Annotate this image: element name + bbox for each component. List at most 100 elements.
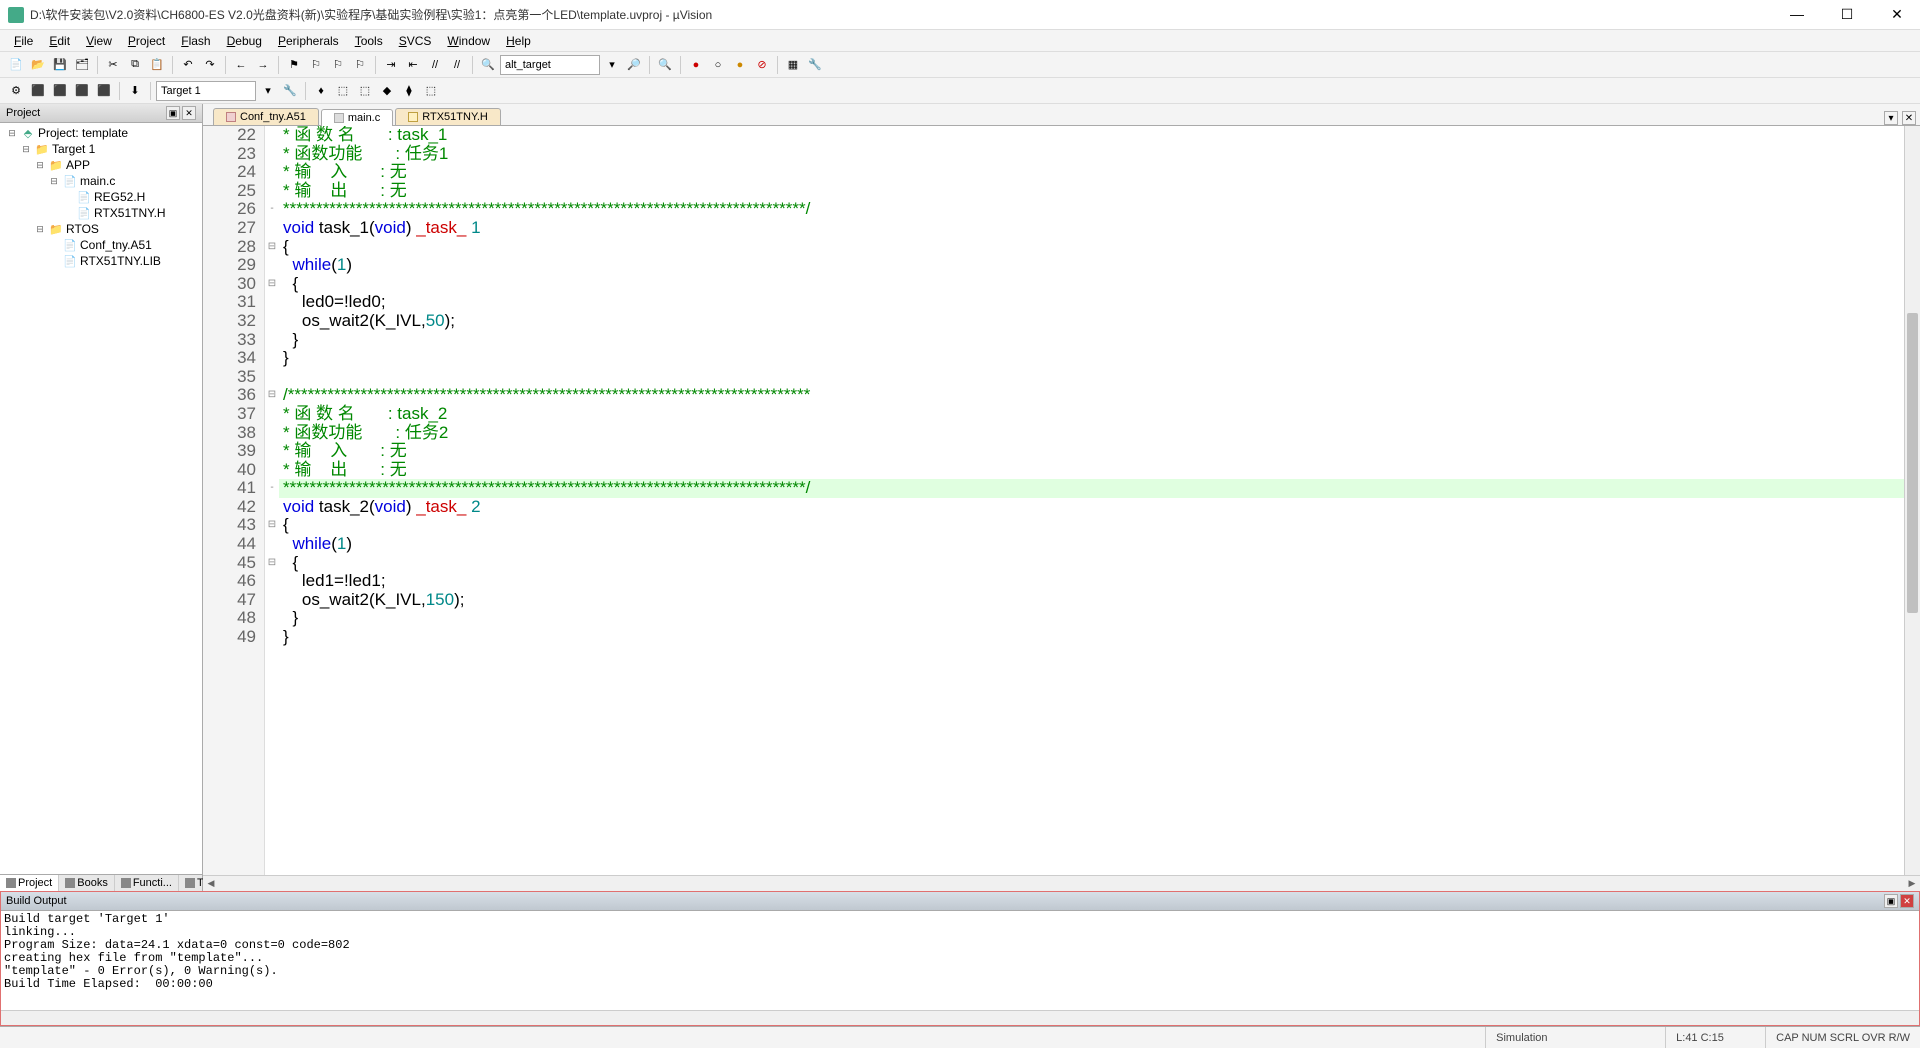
rebuild-icon[interactable]: ⬛ (50, 81, 70, 101)
code-line-47[interactable]: os_wait2(K_IVL,150); (279, 591, 1904, 610)
code-line-34[interactable]: } (279, 349, 1904, 368)
code-line-31[interactable]: led0=!led0; (279, 293, 1904, 312)
project-tab-books[interactable]: Books (59, 875, 115, 891)
editor-tab-main-c[interactable]: main.c (321, 109, 393, 126)
select-packs-icon[interactable]: ⬚ (355, 81, 375, 101)
build-output-text[interactable]: Build target 'Target 1' linking... Progr… (0, 911, 1920, 1010)
tree-file-rtx51tny-h[interactable]: 📄RTX51TNY.H (2, 205, 200, 221)
code-line-41[interactable]: ****************************************… (279, 479, 1904, 498)
tab-dropdown-icon[interactable]: ▾ (1884, 111, 1898, 125)
tree-project-root[interactable]: ⊟⬘Project: template (2, 125, 200, 141)
pack-next-icon[interactable]: ⬚ (421, 81, 441, 101)
tab-close-icon[interactable]: ✕ (1902, 111, 1916, 125)
menu-edit[interactable]: Edit (41, 32, 78, 50)
bookmark-flag-icon[interactable]: ⚑ (284, 55, 304, 75)
close-button[interactable]: ✕ (1882, 6, 1912, 23)
batch-build-icon[interactable]: ⬛ (72, 81, 92, 101)
save-icon[interactable]: 💾 (50, 55, 70, 75)
editor-tab-rtx51tny-h[interactable]: RTX51TNY.H (395, 108, 501, 125)
code-line-29[interactable]: while(1) (279, 256, 1904, 275)
breakpoint-kill-icon[interactable]: ⊘ (752, 55, 772, 75)
code-line-39[interactable]: * 输 入 : 无 (279, 442, 1904, 461)
code-line-23[interactable]: * 函数功能 : 任务1 (279, 145, 1904, 164)
find-scope-icon[interactable]: ▾ (602, 55, 622, 75)
indent-icon[interactable]: ⇥ (381, 55, 401, 75)
code-line-24[interactable]: * 输 入 : 无 (279, 163, 1904, 182)
bookmark-next-icon[interactable]: ⚐ (328, 55, 348, 75)
code-line-35[interactable] (279, 368, 1904, 387)
tree-group-rtos[interactable]: ⊟📁RTOS (2, 221, 200, 237)
vertical-scrollbar[interactable] (1904, 126, 1920, 875)
fold-column[interactable]: -⊟⊟⊟-⊟⊟ (265, 126, 279, 875)
nav-fwd-icon[interactable]: → (253, 55, 273, 75)
menu-project[interactable]: Project (120, 32, 173, 50)
project-tree[interactable]: ⊟⬘Project: template⊟📁Target 1⊟📁APP⊟📄main… (0, 123, 202, 874)
code-line-38[interactable]: * 函数功能 : 任务2 (279, 424, 1904, 443)
nav-back-icon[interactable]: ← (231, 55, 251, 75)
find-combo[interactable]: alt_target (500, 55, 600, 75)
pack-installer-icon[interactable]: ◆ (377, 81, 397, 101)
window-layout-icon[interactable]: ▦ (783, 55, 803, 75)
code-line-28[interactable]: { (279, 238, 1904, 257)
target-dropdown-icon[interactable]: ▾ (258, 81, 278, 101)
panel-close-icon[interactable]: ✕ (182, 106, 196, 120)
minimize-button[interactable]: — (1782, 6, 1812, 23)
editor-tab-conf_tny-a51[interactable]: Conf_tny.A51 (213, 108, 319, 125)
translate-file-icon[interactable]: ⚙ (6, 81, 26, 101)
code-line-27[interactable]: void task_1(void) _task_ 1 (279, 219, 1904, 238)
outdent-icon[interactable]: ⇤ (403, 55, 423, 75)
panel-pin-icon[interactable]: ▣ (1884, 894, 1898, 908)
manage-rte-icon[interactable]: ⬚ (333, 81, 353, 101)
code-line-46[interactable]: led1=!led1; (279, 572, 1904, 591)
breakpoint-disable-icon[interactable]: ● (730, 55, 750, 75)
code-line-48[interactable]: } (279, 609, 1904, 628)
save-all-icon[interactable]: 🗂 (72, 55, 92, 75)
code-line-33[interactable]: } (279, 331, 1904, 350)
code-line-44[interactable]: while(1) (279, 535, 1904, 554)
code-line-37[interactable]: * 函 数 名 : task_2 (279, 405, 1904, 424)
tree-file-rtx51tny-lib[interactable]: 📄RTX51TNY.LIB (2, 253, 200, 269)
code-line-40[interactable]: * 输 出 : 无 (279, 461, 1904, 480)
tree-file-reg52-h[interactable]: 📄REG52.H (2, 189, 200, 205)
stop-build-icon[interactable]: ⬛ (94, 81, 114, 101)
menu-tools[interactable]: Tools (347, 32, 391, 50)
code-editor[interactable]: 2223242526272829303132333435363738394041… (203, 126, 1920, 875)
menu-view[interactable]: View (78, 32, 120, 50)
pack-prev-icon[interactable]: ⧫ (399, 81, 419, 101)
find-in-files-icon[interactable]: 🔍 (478, 55, 498, 75)
panel-close-icon[interactable]: ✕ (1900, 894, 1914, 908)
breakpoint-insert-icon[interactable]: ● (686, 55, 706, 75)
comment-icon[interactable]: // (425, 55, 445, 75)
manage-components-icon[interactable]: ♦ (311, 81, 331, 101)
menu-peripherals[interactable]: Peripherals (270, 32, 347, 50)
incremental-find-icon[interactable]: 🔎 (624, 55, 644, 75)
uncomment-icon[interactable]: // (447, 55, 467, 75)
scroll-left-icon[interactable]: ◀ (203, 876, 219, 891)
code-line-36[interactable]: /***************************************… (279, 386, 1904, 405)
target-options-icon[interactable]: 🔧 (280, 81, 300, 101)
code-line-42[interactable]: void task_2(void) _task_ 2 (279, 498, 1904, 517)
configure-icon[interactable]: 🔧 (805, 55, 825, 75)
undo-icon[interactable]: ↶ (178, 55, 198, 75)
open-file-icon[interactable]: 📂 (28, 55, 48, 75)
code-line-45[interactable]: { (279, 554, 1904, 573)
copy-icon[interactable]: ⧉ (125, 55, 145, 75)
menu-file[interactable]: File (6, 32, 41, 50)
tree-target[interactable]: ⊟📁Target 1 (2, 141, 200, 157)
breakpoint-enable-icon[interactable]: ○ (708, 55, 728, 75)
redo-icon[interactable]: ↷ (200, 55, 220, 75)
debug-icon[interactable]: 🔍 (655, 55, 675, 75)
new-file-icon[interactable]: 📄 (6, 55, 26, 75)
menu-svcs[interactable]: SVCS (391, 32, 440, 50)
project-tab-project[interactable]: Project (0, 875, 59, 891)
menu-flash[interactable]: Flash (173, 32, 218, 50)
bookmark-clear-icon[interactable]: ⚐ (350, 55, 370, 75)
project-tab-functi[interactable]: Functi... (115, 875, 179, 891)
code-line-43[interactable]: { (279, 516, 1904, 535)
code-line-25[interactable]: * 输 出 : 无 (279, 182, 1904, 201)
code-line-30[interactable]: { (279, 275, 1904, 294)
code-body[interactable]: * 函 数 名 : task_1* 函数功能 : 任务1* 输 入 : 无* 输… (279, 126, 1904, 875)
horizontal-scrollbar[interactable]: ◀ ▶ (203, 875, 1920, 891)
menu-help[interactable]: Help (498, 32, 539, 50)
maximize-button[interactable]: ☐ (1832, 6, 1862, 23)
